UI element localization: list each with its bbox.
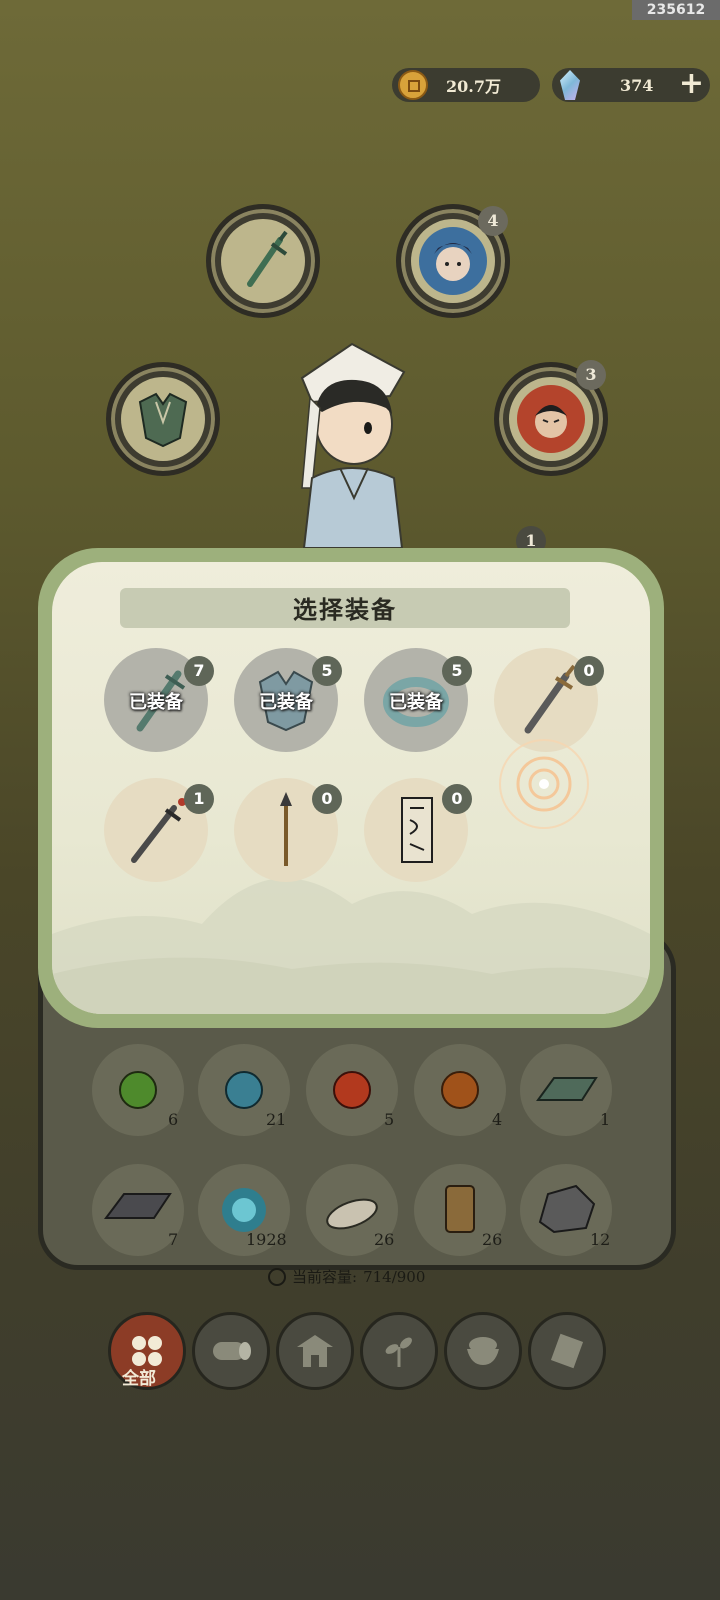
material-slot[interactable] <box>520 1044 612 1136</box>
capacity-label: 当前容量: <box>292 1268 358 1286</box>
tab-herb[interactable] <box>360 1312 438 1390</box>
coin-amount: 20.7万 <box>446 77 501 96</box>
item-count-badge: 5 <box>312 656 342 686</box>
tab-all-label: 全部 <box>122 1369 156 1389</box>
item-count-badge: 7 <box>184 656 214 686</box>
equipped-label: 已装备 <box>259 692 313 713</box>
capacity-value: 714/900 <box>363 1267 426 1286</box>
gem-amount: 374 <box>620 75 654 95</box>
tab-scroll[interactable] <box>528 1312 606 1390</box>
jade-sword-icon <box>247 230 288 287</box>
material-count: 6 <box>168 1110 179 1129</box>
green-ingot-icon <box>536 1077 598 1101</box>
armor-slot[interactable] <box>106 362 220 476</box>
weapon-slot[interactable] <box>206 204 320 318</box>
item-count-badge: 0 <box>442 784 472 814</box>
item-count-badge: 0 <box>574 656 604 686</box>
build-id: 235612 <box>632 0 720 20</box>
red-companion-portrait-icon <box>517 385 585 453</box>
material-count: 7 <box>168 1230 179 1249</box>
slot-badge: 4 <box>478 206 508 236</box>
scroll-icon <box>550 1333 584 1369</box>
material-count: 12 <box>590 1230 611 1249</box>
tap-hint-ring-icon <box>499 739 589 829</box>
material-count: 4 <box>492 1110 503 1129</box>
log-icon <box>213 1342 251 1360</box>
material-count: 26 <box>374 1230 395 1249</box>
character-avatar <box>300 342 406 548</box>
item-count-badge: 5 <box>442 656 472 686</box>
material-count: 5 <box>384 1110 395 1129</box>
modal-title: 选择装备 <box>293 595 397 624</box>
material-count: 26 <box>482 1230 503 1249</box>
item-count-badge: 0 <box>312 784 342 814</box>
add-gems-button[interactable]: + <box>679 68 704 100</box>
house-icon <box>297 1335 333 1367</box>
rice-bowl-icon <box>467 1337 499 1365</box>
material-count: 21 <box>266 1110 287 1129</box>
blue-companion-portrait-icon <box>419 227 487 295</box>
coin-icon <box>398 70 428 100</box>
capacity-icon <box>268 1267 286 1286</box>
gem-counter: 374 + <box>552 68 710 102</box>
slot-badge: 3 <box>576 360 606 390</box>
tab-building[interactable] <box>276 1312 354 1390</box>
tab-food[interactable] <box>444 1312 522 1390</box>
material-count: 1928 <box>246 1230 287 1249</box>
tab-wood[interactable] <box>192 1312 270 1390</box>
leaf-armor-icon <box>138 392 188 448</box>
equipped-label: 已装备 <box>129 692 183 713</box>
equipped-label: 已装备 <box>389 692 443 713</box>
crystal-gem-icon <box>560 70 580 100</box>
leaf-sprout-icon <box>385 1337 412 1367</box>
capacity-indicator: 当前容量: 714/900 <box>268 1266 425 1287</box>
item-count-badge: 1 <box>184 784 214 814</box>
material-count: 1 <box>600 1110 611 1129</box>
coin-counter: 20.7万 <box>392 68 540 102</box>
